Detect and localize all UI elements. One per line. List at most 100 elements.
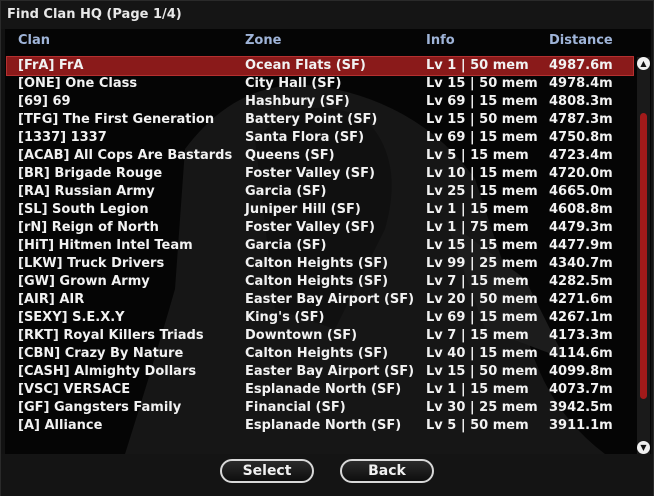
- info-cell: Lv 69 | 15 mem: [426, 310, 538, 325]
- clan-cell: [RA] Russian Army: [18, 184, 155, 199]
- list-row[interactable]: [CASH] Almighty Dollars Easter Bay Airpo…: [7, 363, 633, 381]
- info-cell: Lv 5 | 50 mem: [426, 418, 529, 433]
- button-bar: Select Back: [1, 454, 653, 496]
- zone-cell: Calton Heights (SF): [245, 256, 389, 271]
- clan-cell: [GF] Gangsters Family: [18, 400, 182, 415]
- list-row[interactable]: [BR] Brigade Rouge Foster Valley (SF) Lv…: [7, 165, 633, 183]
- clan-cell: [LKW] Truck Drivers: [18, 256, 165, 271]
- column-header-info[interactable]: Info: [426, 33, 455, 48]
- clan-cell: [FrA] FrA: [18, 58, 84, 73]
- clan-cell: [69] 69: [18, 94, 71, 109]
- distance-cell: 4340.7m: [549, 256, 613, 271]
- info-cell: Lv 1 | 50 mem: [426, 58, 529, 73]
- info-cell: Lv 99 | 25 mem: [426, 256, 538, 271]
- list-row[interactable]: [SEXY] S.E.X.Y King's (SF) Lv 69 | 15 me…: [7, 309, 633, 327]
- clan-cell: [ONE] One Class: [18, 76, 138, 91]
- zone-cell: Financial (SF): [245, 400, 346, 415]
- distance-cell: 4808.3m: [549, 94, 613, 109]
- clan-cell: [CBN] Crazy By Nature: [18, 346, 184, 361]
- distance-cell: 4608.8m: [549, 202, 613, 217]
- zone-cell: Esplanade North (SF): [245, 382, 402, 397]
- zone-cell: Easter Bay Airport (SF): [245, 364, 415, 379]
- info-cell: Lv 69 | 15 mem: [426, 130, 538, 145]
- vertical-scrollbar[interactable]: ▲ ▼: [637, 57, 650, 454]
- list-row[interactable]: [ACAB] All Cops Are Bastards Queens (SF)…: [7, 147, 633, 165]
- back-button[interactable]: Back: [340, 459, 434, 483]
- distance-cell: 4173.3m: [549, 328, 613, 343]
- list-row[interactable]: [CBN] Crazy By Nature Calton Heights (SF…: [7, 345, 633, 363]
- zone-cell: Garcia (SF): [245, 238, 327, 253]
- info-cell: Lv 25 | 15 mem: [426, 184, 538, 199]
- info-cell: Lv 1 | 15 mem: [426, 382, 529, 397]
- zone-cell: Santa Flora (SF): [245, 130, 365, 145]
- clan-cell: [RKT] Royal Killers Triads: [18, 328, 204, 343]
- find-clan-hq-dialog: Find Clan HQ (Page 1/4) Clan Zone Info D…: [0, 0, 654, 496]
- distance-cell: 4282.5m: [549, 274, 613, 289]
- info-cell: Lv 10 | 15 mem: [426, 166, 538, 181]
- distance-cell: 4720.0m: [549, 166, 613, 181]
- select-button[interactable]: Select: [220, 459, 314, 483]
- distance-cell: 4477.9m: [549, 238, 613, 253]
- column-header-clan[interactable]: Clan: [18, 33, 50, 48]
- scrollbar-thumb[interactable]: [640, 113, 647, 399]
- zone-cell: Foster Valley (SF): [245, 166, 375, 181]
- list-row[interactable]: [AIR] AIR Easter Bay Airport (SF) Lv 20 …: [7, 291, 633, 309]
- clan-cell: [TFG] The First Generation: [18, 112, 215, 127]
- clan-cell: [HiT] Hitmen Intel Team: [18, 238, 193, 253]
- list-row[interactable]: [1337] 1337 Santa Flora (SF) Lv 69 | 15 …: [7, 129, 633, 147]
- distance-cell: 4987.6m: [549, 58, 613, 73]
- column-header-zone[interactable]: Zone: [245, 33, 281, 48]
- list-row[interactable]: [GW] Grown Army Calton Heights (SF) Lv 7…: [7, 273, 633, 291]
- list-row[interactable]: [RA] Russian Army Garcia (SF) Lv 25 | 15…: [7, 183, 633, 201]
- list-row[interactable]: [GF] Gangsters Family Financial (SF) Lv …: [7, 399, 633, 417]
- list-row[interactable]: [TFG] The First Generation Battery Point…: [7, 111, 633, 129]
- zone-cell: Ocean Flats (SF): [245, 58, 366, 73]
- info-cell: Lv 15 | 50 mem: [426, 112, 538, 127]
- title-bar: Find Clan HQ (Page 1/4): [1, 1, 653, 29]
- zone-cell: City Hall (SF): [245, 76, 342, 91]
- info-cell: Lv 1 | 75 mem: [426, 220, 529, 235]
- distance-cell: 3942.5m: [549, 400, 613, 415]
- list-row-selected[interactable]: [FrA] FrA Ocean Flats (SF) Lv 1 | 50 mem…: [6, 56, 634, 76]
- list-row[interactable]: [ONE] One Class City Hall (SF) Lv 15 | 5…: [7, 75, 633, 93]
- list-row[interactable]: [LKW] Truck Drivers Calton Heights (SF) …: [7, 255, 633, 273]
- clan-cell: [VSC] VERSACE: [18, 382, 131, 397]
- list-row[interactable]: [A] Alliance Esplanade North (SF) Lv 5 |…: [7, 417, 633, 435]
- distance-cell: 4114.6m: [549, 346, 613, 361]
- distance-cell: 4073.7m: [549, 382, 613, 397]
- dialog-title: Find Clan HQ (Page 1/4): [7, 7, 182, 22]
- list-row[interactable]: [VSC] VERSACE Esplanade North (SF) Lv 1 …: [7, 381, 633, 399]
- clan-cell: [rN] Reign of North: [18, 220, 159, 235]
- clan-cell: [GW] Grown Army: [18, 274, 150, 289]
- info-cell: Lv 40 | 15 mem: [426, 346, 538, 361]
- clan-cell: [1337] 1337: [18, 130, 107, 145]
- info-cell: Lv 15 | 50 mem: [426, 76, 538, 91]
- info-cell: Lv 5 | 15 mem: [426, 148, 529, 163]
- list-row[interactable]: [HiT] Hitmen Intel Team Garcia (SF) Lv 1…: [7, 237, 633, 255]
- triangle-up-icon[interactable]: ▲: [637, 57, 650, 70]
- distance-cell: 4665.0m: [549, 184, 613, 199]
- distance-cell: 4267.1m: [549, 310, 613, 325]
- clan-cell: [CASH] Almighty Dollars: [18, 364, 197, 379]
- info-cell: Lv 15 | 50 mem: [426, 364, 538, 379]
- list-row[interactable]: [rN] Reign of North Foster Valley (SF) L…: [7, 219, 633, 237]
- triangle-down-icon[interactable]: ▼: [637, 441, 650, 454]
- distance-cell: 4978.4m: [549, 76, 613, 91]
- info-cell: Lv 1 | 15 mem: [426, 202, 529, 217]
- column-header-row: Clan Zone Info Distance: [5, 29, 635, 51]
- list-row[interactable]: [69] 69 Hashbury (SF) Lv 69 | 15 mem 480…: [7, 93, 633, 111]
- zone-cell: Foster Valley (SF): [245, 220, 375, 235]
- distance-cell: 4099.8m: [549, 364, 613, 379]
- zone-cell: Battery Point (SF): [245, 112, 378, 127]
- column-header-distance[interactable]: Distance: [549, 33, 613, 48]
- list-row[interactable]: [RKT] Royal Killers Triads Downtown (SF)…: [7, 327, 633, 345]
- info-cell: Lv 7 | 15 mem: [426, 274, 529, 289]
- list-row[interactable]: [SL] South Legion Juniper Hill (SF) Lv 1…: [7, 201, 633, 219]
- clan-cell: [SL] South Legion: [18, 202, 149, 217]
- zone-cell: Downtown (SF): [245, 328, 358, 343]
- clan-cell: [AIR] AIR: [18, 292, 85, 307]
- zone-cell: Hashbury (SF): [245, 94, 350, 109]
- distance-cell: 4271.6m: [549, 292, 613, 307]
- clan-cell: [ACAB] All Cops Are Bastards: [18, 148, 233, 163]
- distance-cell: 4479.3m: [549, 220, 613, 235]
